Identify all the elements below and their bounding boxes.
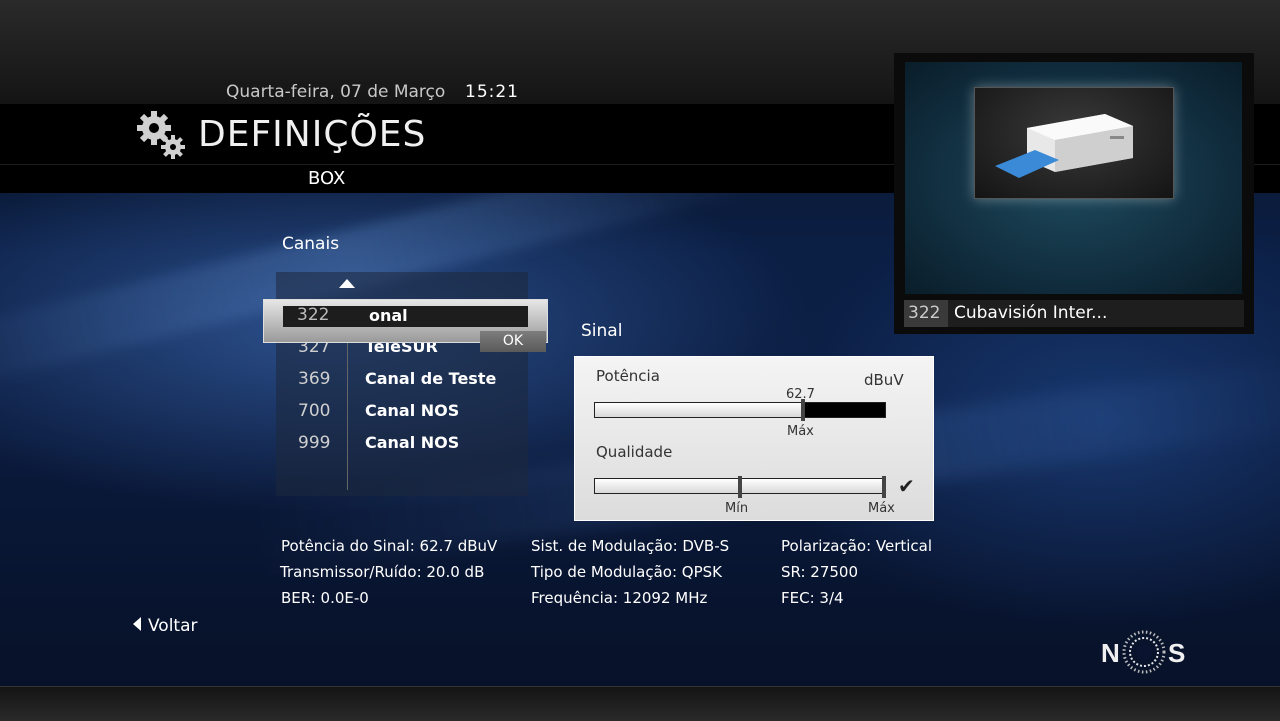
power-bar-fill (595, 403, 804, 417)
back-button[interactable]: Voltar (148, 616, 198, 636)
quality-min-marker (738, 476, 742, 498)
channel-list-item[interactable]: 700 Canal NOS (276, 397, 528, 427)
checkmark-icon: ✔ (898, 474, 915, 498)
info-fec: FEC: 3/4 (781, 589, 844, 607)
info-ber: BER: 0.0E-0 (281, 589, 369, 607)
selected-channel-name: onal (369, 306, 408, 325)
info-frequency: Frequência: 12092 MHz (531, 589, 708, 607)
info-polarization: Polarização: Vertical (781, 537, 933, 555)
page-title: DEFINIÇÕES (198, 114, 427, 155)
scroll-up-icon[interactable] (339, 279, 355, 288)
channel-name: Canal NOS (365, 433, 460, 452)
power-label: Potência (596, 367, 660, 385)
info-modulation-system: Sist. de Modulação: DVB-S (531, 537, 730, 555)
quality-max-marker (882, 476, 886, 498)
channel-number: 999 (298, 433, 331, 453)
svg-text:N: N (1101, 638, 1120, 668)
nos-logo-icon: N S (1101, 630, 1185, 674)
quality-max-label: Máx (868, 501, 895, 516)
info-symbol-rate: SR: 27500 (781, 563, 859, 581)
nos-logo: N S (1100, 628, 1190, 676)
preview-image (974, 87, 1174, 199)
channel-list-item[interactable]: 999 Canal NOS (276, 429, 528, 459)
back-arrow-icon[interactable] (133, 617, 141, 631)
ok-button[interactable]: OK (480, 331, 546, 352)
svg-text:S: S (1168, 638, 1185, 668)
time-label: 15:21 (465, 82, 519, 102)
signal-label: Sinal (581, 321, 623, 341)
info-signal-power: Potência do Sinal: 62.7 dBuV (281, 537, 498, 555)
info-snr: Transmissor/Ruído: 20.0 dB (280, 563, 485, 581)
power-unit-label: dBuV (864, 371, 904, 389)
power-bar (594, 402, 886, 418)
channel-name: Canal NOS (365, 401, 460, 420)
quality-label: Qualidade (596, 443, 673, 461)
power-max-label: Máx (787, 424, 814, 439)
printer-icon (995, 114, 1133, 178)
channel-list-item[interactable]: 369 Canal de Teste (276, 365, 528, 395)
preview-channel-name: Cubavisión Inter... (954, 303, 1108, 323)
gear-icon (137, 111, 185, 159)
date-label: Quarta-feira, 07 de Março (226, 82, 446, 102)
channels-label: Canais (282, 234, 340, 254)
bottom-bar (0, 686, 1280, 721)
channel-number: 700 (298, 401, 331, 421)
page-subtitle: BOX (308, 168, 346, 189)
selected-channel-number: 322 (297, 305, 330, 325)
channel-number: 369 (298, 369, 331, 389)
channel-name: Canal de Teste (365, 369, 497, 388)
preview-channel-number: 322 (908, 303, 941, 323)
power-marker (801, 399, 805, 421)
info-modulation-type: Tipo de Modulação: QPSK (531, 563, 723, 581)
quality-min-label: Mín (725, 501, 749, 516)
